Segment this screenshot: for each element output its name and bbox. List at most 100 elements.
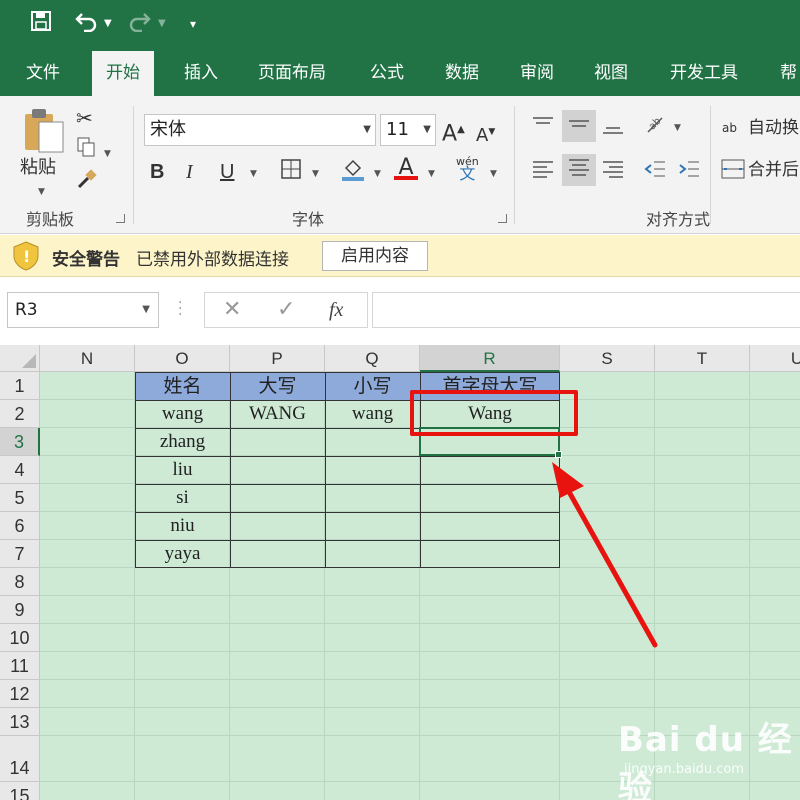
row-header-5[interactable]: 5 — [0, 484, 40, 512]
table-cell[interactable] — [325, 484, 420, 512]
font-color-dropdown-icon[interactable]: ▼ — [428, 160, 435, 188]
phonetic-dropdown-icon[interactable]: ▼ — [490, 160, 497, 188]
column-header-q[interactable]: Q — [325, 345, 420, 372]
row-header-9[interactable]: 9 — [0, 596, 40, 624]
table-cell[interactable]: liu — [135, 456, 230, 484]
paste-icon[interactable] — [22, 106, 68, 156]
enter-icon[interactable]: ✓ — [277, 293, 295, 327]
copy-icon[interactable] — [76, 136, 96, 165]
font-name-select[interactable]: 宋体 ▼ — [144, 114, 376, 146]
table-header-cell[interactable]: 姓名 — [135, 372, 230, 400]
align-top-icon[interactable] — [530, 112, 556, 145]
column-header-p[interactable]: P — [230, 345, 325, 372]
align-center-icon[interactable] — [562, 154, 596, 186]
format-painter-icon[interactable] — [76, 168, 98, 197]
table-cell[interactable] — [230, 540, 325, 568]
row-header-2[interactable]: 2 — [0, 400, 40, 428]
font-size-select[interactable]: 11 ▼ — [380, 114, 436, 146]
table-cell[interactable] — [420, 456, 560, 484]
table-cell[interactable]: yaya — [135, 540, 230, 568]
row-header-15[interactable]: 15 — [0, 782, 40, 800]
phonetic-guide-icon[interactable]: wén 文 — [456, 156, 479, 182]
underline-dropdown-icon[interactable]: ▼ — [250, 160, 257, 188]
tab-data[interactable]: 数据 — [445, 48, 479, 96]
table-cell[interactable] — [230, 428, 325, 456]
align-right-icon[interactable] — [600, 156, 626, 189]
row-header-4[interactable]: 4 — [0, 456, 40, 484]
decrease-indent-icon[interactable] — [642, 156, 668, 189]
table-cell[interactable]: niu — [135, 512, 230, 540]
merge-center-icon[interactable] — [720, 156, 746, 189]
bold-button[interactable]: B — [150, 158, 164, 186]
tab-help[interactable]: 帮 — [780, 48, 797, 96]
table-header-cell[interactable]: 小写 — [325, 372, 420, 400]
font-launcher-icon[interactable] — [498, 214, 507, 223]
customize-toolbar-icon[interactable]: ▾ — [190, 10, 196, 38]
table-cell[interactable]: WANG — [230, 400, 325, 428]
table-cell[interactable] — [230, 512, 325, 540]
cancel-icon[interactable]: ✕ — [223, 293, 241, 327]
tab-view[interactable]: 视图 — [594, 48, 628, 96]
redo-dropdown-icon[interactable]: ▼ — [158, 10, 166, 38]
column-header-t[interactable]: T — [655, 345, 750, 372]
undo-icon[interactable] — [74, 10, 100, 38]
column-header-o[interactable]: O — [135, 345, 230, 372]
table-cell[interactable]: zhang — [135, 428, 230, 456]
increase-indent-icon[interactable] — [676, 156, 702, 189]
drag-handle-icon[interactable]: · · · — [178, 296, 182, 322]
tab-formulas[interactable]: 公式 — [370, 48, 404, 96]
row-header-3[interactable]: 3 — [0, 428, 40, 456]
row-header-11[interactable]: 11 — [0, 652, 40, 680]
cut-icon[interactable]: ✂ — [76, 104, 93, 132]
row-header-10[interactable]: 10 — [0, 624, 40, 652]
formula-input[interactable] — [372, 292, 800, 328]
fill-color-icon[interactable] — [340, 156, 366, 189]
row-header-7[interactable]: 7 — [0, 540, 40, 568]
column-header-n[interactable]: N — [40, 345, 135, 372]
italic-button[interactable]: I — [186, 158, 193, 186]
column-header-r[interactable]: R — [420, 345, 560, 372]
paste-dropdown-icon[interactable]: ▼ — [38, 178, 45, 206]
table-header-cell[interactable]: 大写 — [230, 372, 325, 400]
tab-insert[interactable]: 插入 — [184, 48, 218, 96]
table-cell[interactable] — [325, 428, 420, 456]
table-cell[interactable] — [420, 540, 560, 568]
table-cell[interactable]: wang — [325, 400, 420, 428]
underline-button[interactable]: U — [220, 158, 234, 186]
decrease-font-size-icon[interactable]: A▼ — [476, 118, 495, 150]
row-header-14[interactable]: 14 — [0, 736, 40, 782]
align-left-icon[interactable] — [530, 156, 556, 189]
undo-dropdown-icon[interactable]: ▼ — [104, 10, 112, 38]
table-cell[interactable] — [325, 512, 420, 540]
table-cell[interactable] — [230, 456, 325, 484]
column-header-u[interactable]: U — [750, 345, 800, 372]
table-cell[interactable] — [420, 484, 560, 512]
orientation-icon[interactable]: ab — [644, 112, 670, 145]
insert-function-icon[interactable]: fx — [329, 293, 343, 327]
wrap-text-icon[interactable]: ab — [722, 114, 737, 142]
align-middle-icon[interactable] — [562, 110, 596, 142]
align-bottom-icon[interactable] — [600, 112, 626, 145]
table-cell[interactable] — [420, 512, 560, 540]
tab-developer[interactable]: 开发工具 — [670, 48, 738, 96]
borders-icon[interactable] — [280, 158, 302, 187]
fill-color-dropdown-icon[interactable]: ▼ — [374, 160, 381, 188]
tab-home[interactable]: 开始 — [92, 51, 154, 96]
save-icon[interactable] — [30, 10, 52, 38]
tab-review[interactable]: 审阅 — [520, 48, 554, 96]
tab-page-layout[interactable]: 页面布局 — [258, 48, 326, 96]
table-cell[interactable] — [325, 456, 420, 484]
tab-file[interactable]: 文件 — [26, 48, 60, 96]
fill-handle[interactable] — [555, 451, 562, 458]
column-header-s[interactable]: S — [560, 345, 655, 372]
orientation-dropdown-icon[interactable]: ▼ — [674, 114, 681, 142]
row-header-8[interactable]: 8 — [0, 568, 40, 596]
row-header-1[interactable]: 1 — [0, 372, 40, 400]
enable-content-button[interactable]: 启用内容 — [322, 241, 428, 271]
clipboard-launcher-icon[interactable] — [116, 214, 125, 223]
redo-icon[interactable] — [126, 10, 152, 38]
row-header-13[interactable]: 13 — [0, 708, 40, 736]
row-header-12[interactable]: 12 — [0, 680, 40, 708]
select-all-button[interactable] — [0, 345, 40, 372]
table-cell[interactable] — [325, 540, 420, 568]
